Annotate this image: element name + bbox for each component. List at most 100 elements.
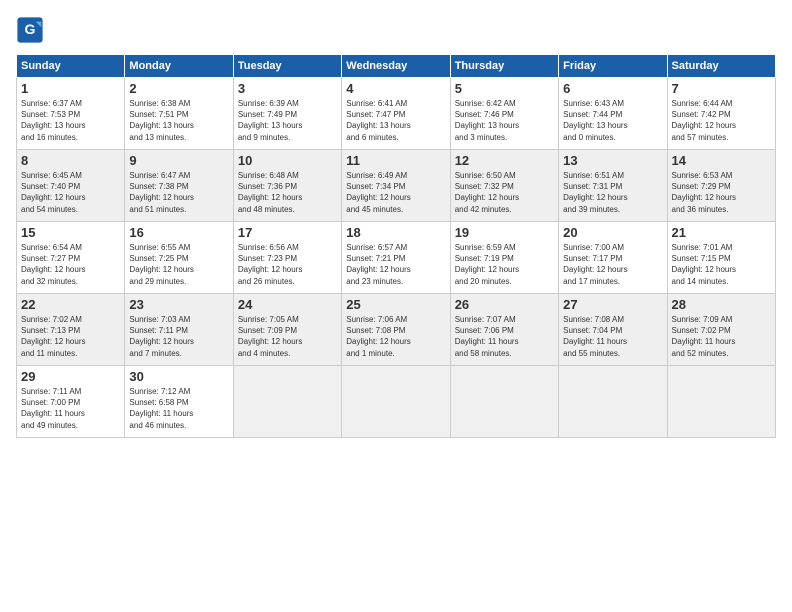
day-number: 27: [563, 297, 662, 312]
day-info: Sunrise: 7:01 AM Sunset: 7:15 PM Dayligh…: [672, 242, 771, 287]
day-number: 23: [129, 297, 228, 312]
calendar-cell: 12 Sunrise: 6:50 AM Sunset: 7:32 PM Dayli…: [450, 150, 558, 222]
day-number: 20: [563, 225, 662, 240]
calendar-cell: 22Sunrise: 7:02 AM Sunset: 7:13 PM Dayli…: [17, 294, 125, 366]
day-number: 25: [346, 297, 445, 312]
calendar-cell: 10Sunrise: 6:48 AM Sunset: 7:36 PM Dayli…: [233, 150, 341, 222]
calendar-cell: 15 Sunrise: 6:54 AM Sunset: 7:27 PM Dayli…: [17, 222, 125, 294]
calendar-cell: 4 Sunrise: 6:41 AM Sunset: 7:47 PM Daylig…: [342, 78, 450, 150]
weekday-header-saturday: Saturday: [667, 55, 775, 78]
weekday-header-thursday: Thursday: [450, 55, 558, 78]
calendar-cell: [450, 366, 558, 438]
day-number: 14: [672, 153, 771, 168]
header: G: [16, 16, 776, 44]
calendar-cell: 20 Sunrise: 7:00 AM Sunset: 7:17 PM Dayli…: [559, 222, 667, 294]
day-info: Sunrise: 6:37 AM Sunset: 7:53 PM Dayligh…: [21, 98, 120, 143]
svg-text:G: G: [25, 21, 36, 37]
day-number: 26: [455, 297, 554, 312]
day-number: 8: [21, 153, 120, 168]
calendar-cell: 26 Sunrise: 7:07 AM Sunset: 7:06 PM Dayli…: [450, 294, 558, 366]
day-info: Sunrise: 6:48 AM Sunset: 7:36 PM Dayligh…: [238, 170, 337, 215]
calendar-cell: 24 Sunrise: 7:05 AM Sunset: 7:09 PM Dayli…: [233, 294, 341, 366]
calendar-cell: 3Sunrise: 6:39 AM Sunset: 7:49 PM Daylig…: [233, 78, 341, 150]
day-number: 12: [455, 153, 554, 168]
day-number: 18: [346, 225, 445, 240]
weekday-header-monday: Monday: [125, 55, 233, 78]
day-info: Sunrise: 6:54 AM Sunset: 7:27 PM Dayligh…: [21, 242, 120, 287]
calendar-page: G SundayMondayTuesdayWednesdayThursdayFr…: [0, 0, 792, 612]
calendar-cell: 28Sunrise: 7:09 AM Sunset: 7:02 PM Dayli…: [667, 294, 775, 366]
day-info: Sunrise: 6:38 AM Sunset: 7:51 PM Dayligh…: [129, 98, 228, 143]
day-number: 24: [238, 297, 337, 312]
calendar-cell: 7 Sunrise: 6:44 AM Sunset: 7:42 PM Daylig…: [667, 78, 775, 150]
calendar-cell: [342, 366, 450, 438]
calendar-cell: 21 Sunrise: 7:01 AM Sunset: 7:15 PM Dayli…: [667, 222, 775, 294]
weekday-header-row: SundayMondayTuesdayWednesdayThursdayFrid…: [17, 55, 776, 78]
day-info: Sunrise: 6:49 AM Sunset: 7:34 PM Dayligh…: [346, 170, 445, 215]
calendar-cell: 23Sunrise: 7:03 AM Sunset: 7:11 PM Dayli…: [125, 294, 233, 366]
calendar-cell: 19 Sunrise: 6:59 AM Sunset: 7:19 PM Dayli…: [450, 222, 558, 294]
day-info: Sunrise: 6:59 AM Sunset: 7:19 PM Dayligh…: [455, 242, 554, 287]
day-number: 7: [672, 81, 771, 96]
day-number: 19: [455, 225, 554, 240]
logo: G: [16, 16, 48, 44]
day-number: 17: [238, 225, 337, 240]
weekday-header-wednesday: Wednesday: [342, 55, 450, 78]
calendar-cell: 25 Sunrise: 7:06 AM Sunset: 7:08 PM Dayli…: [342, 294, 450, 366]
day-number: 21: [672, 225, 771, 240]
calendar-cell: 14 Sunrise: 6:53 AM Sunset: 7:29 PM Dayli…: [667, 150, 775, 222]
day-info: Sunrise: 6:41 AM Sunset: 7:47 PM Dayligh…: [346, 98, 445, 143]
day-info: Sunrise: 6:45 AM Sunset: 7:40 PM Dayligh…: [21, 170, 120, 215]
calendar-cell: 27 Sunrise: 7:08 AM Sunset: 7:04 PM Dayli…: [559, 294, 667, 366]
day-number: 11: [346, 153, 445, 168]
day-number: 1: [21, 81, 120, 96]
calendar-cell: [233, 366, 341, 438]
calendar-cell: 29 Sunrise: 7:11 AM Sunset: 7:00 PM Dayli…: [17, 366, 125, 438]
day-number: 4: [346, 81, 445, 96]
day-info: Sunrise: 6:47 AM Sunset: 7:38 PM Dayligh…: [129, 170, 228, 215]
calendar-cell: 17Sunrise: 6:56 AM Sunset: 7:23 PM Dayli…: [233, 222, 341, 294]
day-info: Sunrise: 7:02 AM Sunset: 7:13 PM Dayligh…: [21, 314, 120, 359]
logo-icon: G: [16, 16, 44, 44]
weekday-header-friday: Friday: [559, 55, 667, 78]
calendar-cell: 11 Sunrise: 6:49 AM Sunset: 7:34 PM Dayli…: [342, 150, 450, 222]
day-number: 5: [455, 81, 554, 96]
weekday-header-tuesday: Tuesday: [233, 55, 341, 78]
day-number: 16: [129, 225, 228, 240]
day-info: Sunrise: 6:43 AM Sunset: 7:44 PM Dayligh…: [563, 98, 662, 143]
day-info: Sunrise: 6:42 AM Sunset: 7:46 PM Dayligh…: [455, 98, 554, 143]
calendar-cell: 2 Sunrise: 6:38 AM Sunset: 7:51 PM Daylig…: [125, 78, 233, 150]
day-info: Sunrise: 7:12 AM Sunset: 6:58 PM Dayligh…: [129, 386, 228, 431]
day-info: Sunrise: 6:57 AM Sunset: 7:21 PM Dayligh…: [346, 242, 445, 287]
calendar-cell: [667, 366, 775, 438]
day-number: 6: [563, 81, 662, 96]
day-info: Sunrise: 7:07 AM Sunset: 7:06 PM Dayligh…: [455, 314, 554, 359]
day-info: Sunrise: 6:51 AM Sunset: 7:31 PM Dayligh…: [563, 170, 662, 215]
day-info: Sunrise: 7:08 AM Sunset: 7:04 PM Dayligh…: [563, 314, 662, 359]
calendar-cell: 6 Sunrise: 6:43 AM Sunset: 7:44 PM Daylig…: [559, 78, 667, 150]
calendar-cell: 5 Sunrise: 6:42 AM Sunset: 7:46 PM Daylig…: [450, 78, 558, 150]
calendar-cell: 1 Sunrise: 6:37 AM Sunset: 7:53 PM Daylig…: [17, 78, 125, 150]
day-number: 29: [21, 369, 120, 384]
day-number: 30: [129, 369, 228, 384]
day-number: 28: [672, 297, 771, 312]
day-info: Sunrise: 6:50 AM Sunset: 7:32 PM Dayligh…: [455, 170, 554, 215]
calendar-cell: 16 Sunrise: 6:55 AM Sunset: 7:25 PM Dayli…: [125, 222, 233, 294]
day-info: Sunrise: 6:53 AM Sunset: 7:29 PM Dayligh…: [672, 170, 771, 215]
day-number: 15: [21, 225, 120, 240]
calendar-cell: 8 Sunrise: 6:45 AM Sunset: 7:40 PM Daylig…: [17, 150, 125, 222]
day-info: Sunrise: 7:06 AM Sunset: 7:08 PM Dayligh…: [346, 314, 445, 359]
calendar-table: SundayMondayTuesdayWednesdayThursdayFrid…: [16, 54, 776, 438]
day-info: Sunrise: 7:05 AM Sunset: 7:09 PM Dayligh…: [238, 314, 337, 359]
calendar-cell: 30 Sunrise: 7:12 AM Sunset: 6:58 PM Dayli…: [125, 366, 233, 438]
day-number: 9: [129, 153, 228, 168]
day-info: Sunrise: 6:55 AM Sunset: 7:25 PM Dayligh…: [129, 242, 228, 287]
week-row-5: 29 Sunrise: 7:11 AM Sunset: 7:00 PM Dayli…: [17, 366, 776, 438]
week-row-1: 1 Sunrise: 6:37 AM Sunset: 7:53 PM Daylig…: [17, 78, 776, 150]
day-info: Sunrise: 7:11 AM Sunset: 7:00 PM Dayligh…: [21, 386, 120, 431]
weekday-header-sunday: Sunday: [17, 55, 125, 78]
day-info: Sunrise: 6:44 AM Sunset: 7:42 PM Dayligh…: [672, 98, 771, 143]
day-info: Sunrise: 7:00 AM Sunset: 7:17 PM Dayligh…: [563, 242, 662, 287]
day-number: 13: [563, 153, 662, 168]
day-number: 2: [129, 81, 228, 96]
